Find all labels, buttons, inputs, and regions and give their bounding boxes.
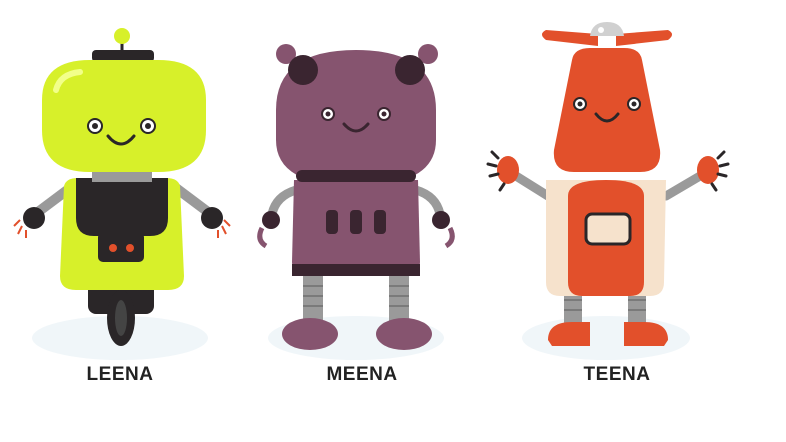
robot-leena-icon (13, 28, 231, 360)
robot-name-leena: LEENA (86, 364, 154, 385)
robot-name-teena: TEENA (583, 364, 651, 385)
robot-name-meena: MEENA (326, 364, 398, 385)
robot-meena-icon (257, 44, 455, 360)
robot-teena-icon (486, 22, 730, 360)
robot-lineup: LEENA MEENA TEENA (0, 0, 786, 442)
